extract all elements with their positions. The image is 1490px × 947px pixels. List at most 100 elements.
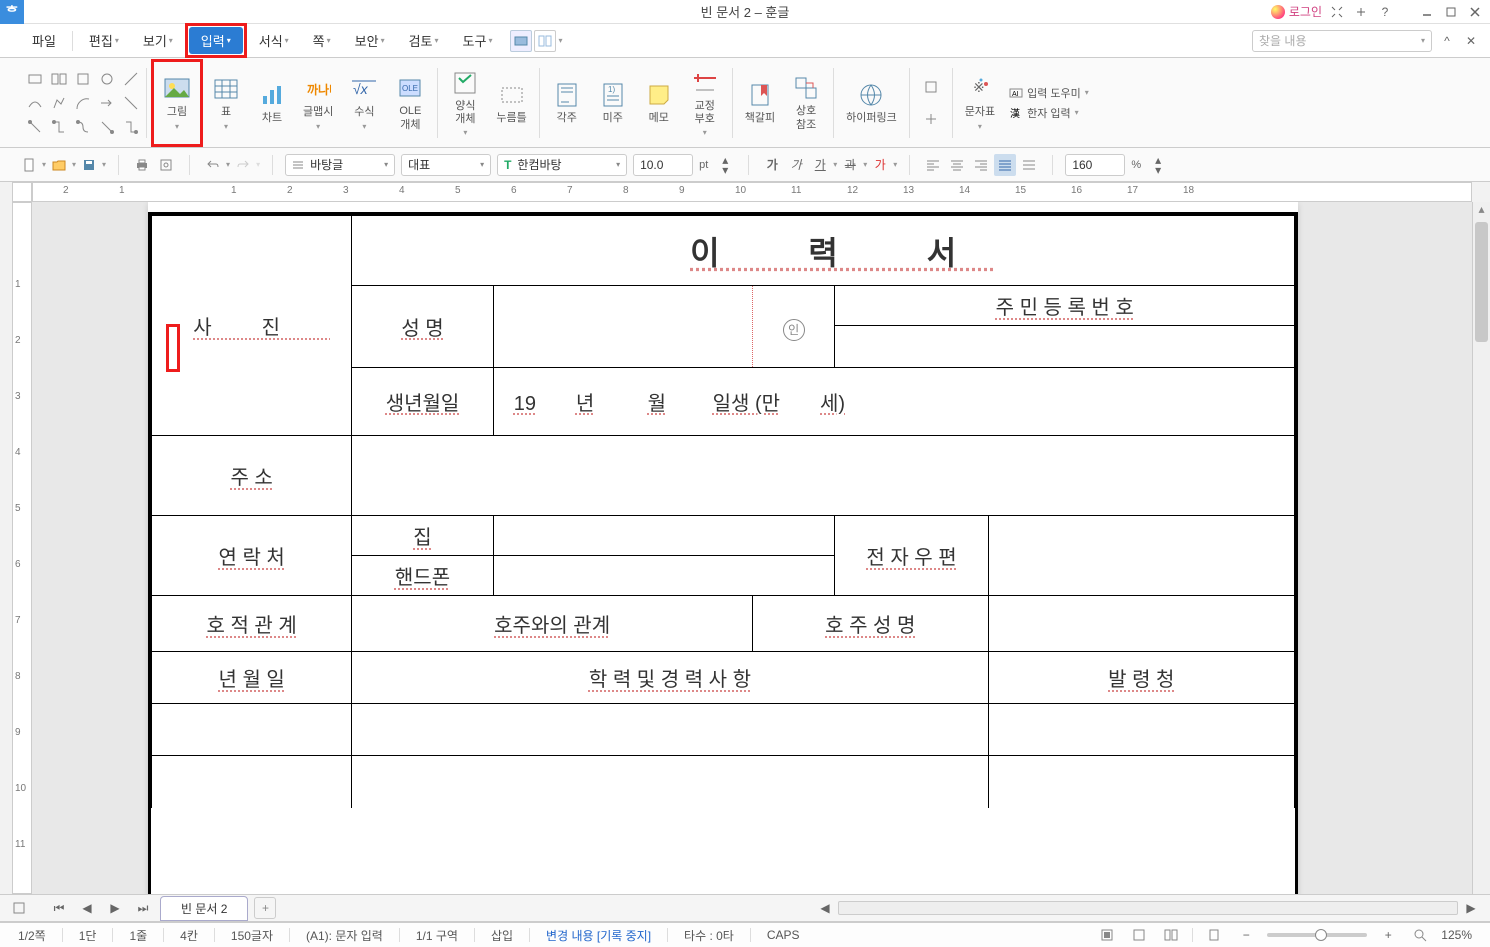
shape-poly-icon[interactable] <box>48 92 70 114</box>
shape-rects-icon[interactable] <box>48 68 70 90</box>
shape-line-icon[interactable] <box>120 68 142 90</box>
tab-prev-button[interactable]: ◀ <box>76 897 98 919</box>
document-tab[interactable]: 빈 문서 2 <box>160 896 248 921</box>
toolbar-view-icon-1[interactable] <box>510 30 532 52</box>
style-select[interactable]: 바탕글▾ <box>285 154 395 176</box>
table-row[interactable] <box>152 756 352 808</box>
font-select[interactable]: T한컴바탕▾ <box>497 154 627 176</box>
table-row[interactable] <box>152 704 352 756</box>
mobile-value[interactable] <box>493 556 835 596</box>
hanja-button[interactable]: 漢한자 입력▾ <box>1009 105 1089 121</box>
fontsize-input[interactable]: 10.0 <box>633 154 693 176</box>
zoom-slider[interactable] <box>1267 933 1367 937</box>
hscroll-right[interactable]: ▶ <box>1460 897 1482 919</box>
login-button[interactable]: 로그인 <box>1271 3 1322 20</box>
hyperlink-button[interactable]: 하이퍼링크 <box>838 62 905 144</box>
crossref-button[interactable]: 상호 참조 <box>783 62 829 144</box>
shape-conn1-icon[interactable] <box>24 116 46 138</box>
footnote-button[interactable]: 각주 <box>544 62 590 144</box>
print-button[interactable] <box>131 154 153 176</box>
table-row[interactable] <box>988 704 1294 756</box>
stamp-button[interactable]: 누름틀 <box>488 62 534 144</box>
table-row[interactable] <box>352 756 988 808</box>
hscroll-left[interactable]: ◀ <box>814 897 836 919</box>
vertical-ruler[interactable]: 1234567891011 <box>12 202 32 894</box>
ole-button[interactable]: OLE OLE 개체 <box>387 62 433 144</box>
shape-square-icon[interactable] <box>72 68 94 90</box>
address-value[interactable] <box>352 436 1295 516</box>
table-row[interactable] <box>988 756 1294 808</box>
fontsize-down[interactable]: ▾ <box>714 165 736 175</box>
zoom-label[interactable]: 125% <box>1441 928 1472 942</box>
document-view[interactable]: 사진 이 력 서 성 명 인 주 민 등 록 번 호 <box>32 202 1472 894</box>
bookmark-button[interactable]: 책갈피 <box>737 62 783 144</box>
status-insert[interactable]: 삽입 <box>491 927 513 944</box>
save-button[interactable] <box>78 154 100 176</box>
tab-next-button[interactable]: ▶ <box>104 897 126 919</box>
menu-review[interactable]: 검토▾ <box>397 27 451 54</box>
shape-diag-icon[interactable] <box>120 92 142 114</box>
memo-button[interactable]: 메모 <box>636 62 682 144</box>
shape-arc-icon[interactable] <box>72 92 94 114</box>
resume-table[interactable]: 사진 이 력 서 성 명 인 주 민 등 록 번 호 <box>151 215 1295 808</box>
help-icon[interactable]: ? <box>1376 3 1394 21</box>
align-left-button[interactable] <box>922 154 944 176</box>
menu-page[interactable]: 쪽▾ <box>301 27 343 54</box>
collapse-ribbon-icon[interactable]: ^ <box>1438 32 1456 50</box>
view-mode-1-icon[interactable] <box>1096 924 1118 946</box>
fontcolor-button[interactable]: 가 <box>869 154 891 176</box>
shape-conn4-icon[interactable] <box>96 116 118 138</box>
align-right-button[interactable] <box>970 154 992 176</box>
chart-button[interactable]: 차트 <box>249 62 295 144</box>
shape-circle-icon[interactable] <box>96 68 118 90</box>
shape-arrow-icon[interactable] <box>96 92 118 114</box>
equation-button[interactable]: √x 수식▾ <box>341 62 387 144</box>
shape-conn2-icon[interactable] <box>48 116 70 138</box>
search-input[interactable]: 찾을 내용▾ <box>1252 30 1432 52</box>
horizontal-scrollbar[interactable] <box>838 901 1458 915</box>
align-center-button[interactable] <box>946 154 968 176</box>
email-value[interactable] <box>988 516 1294 596</box>
table-button[interactable]: 표▾ <box>203 62 249 144</box>
view-mode-2-icon[interactable] <box>1128 924 1150 946</box>
hoju-name-value[interactable] <box>988 596 1294 652</box>
ribbon-extra-icon-1[interactable] <box>920 76 942 98</box>
align-justify-button[interactable] <box>994 154 1016 176</box>
bold-button[interactable]: 가 <box>761 154 783 176</box>
view-mode-3-icon[interactable] <box>1160 924 1182 946</box>
menu-security[interactable]: 보안▾ <box>343 27 397 54</box>
status-track-changes[interactable]: 변경 내용 [기록 중지] <box>546 927 651 944</box>
tab-last-button[interactable]: ⏭ <box>132 897 154 919</box>
dob-value[interactable]: 19 년 월 일생 (만 세) <box>493 367 1294 435</box>
new-doc-button[interactable] <box>18 154 40 176</box>
menu-tools[interactable]: 도구▾ <box>451 27 505 54</box>
ssn-value[interactable] <box>835 326 1294 366</box>
expand-icon[interactable] <box>1328 3 1346 21</box>
shape-rect-icon[interactable] <box>24 68 46 90</box>
close-button[interactable] <box>1466 3 1484 21</box>
wordart-button[interactable]: 까나다 글맵시▾ <box>295 62 341 144</box>
fit-width-icon[interactable] <box>1203 924 1225 946</box>
home-value[interactable] <box>493 516 835 556</box>
shape-curve-icon[interactable] <box>24 92 46 114</box>
input-helper-button[interactable]: AI입력 도우미▾ <box>1009 85 1089 101</box>
close-panel-icon[interactable]: ✕ <box>1462 32 1480 50</box>
zoom-fit-icon[interactable] <box>1409 924 1431 946</box>
menu-file[interactable]: 파일 <box>20 27 68 54</box>
maximize-button[interactable] <box>1442 3 1460 21</box>
redo-button[interactable] <box>232 154 254 176</box>
horizontal-ruler[interactable]: 21123456789101112131415161718 <box>32 182 1472 202</box>
proof-button[interactable]: 교정 부호▾ <box>682 62 728 144</box>
rep-select[interactable]: 대표▾ <box>401 154 491 176</box>
undo-button[interactable] <box>202 154 224 176</box>
menu-format[interactable]: 서식▾ <box>247 27 301 54</box>
picture-button[interactable]: 그림 ▾ <box>154 62 200 144</box>
shrink-icon[interactable] <box>1352 3 1370 21</box>
tabview-icon[interactable] <box>8 897 30 919</box>
zoom-out-button[interactable]: − <box>1235 924 1257 946</box>
endnote-button[interactable]: 1) 미주 <box>590 62 636 144</box>
minimize-button[interactable] <box>1418 3 1436 21</box>
menu-input[interactable]: 입력▾ <box>189 27 243 54</box>
form-button[interactable]: 양식 개체▾ <box>442 62 488 144</box>
toolbar-view-icon-2[interactable] <box>534 30 556 52</box>
